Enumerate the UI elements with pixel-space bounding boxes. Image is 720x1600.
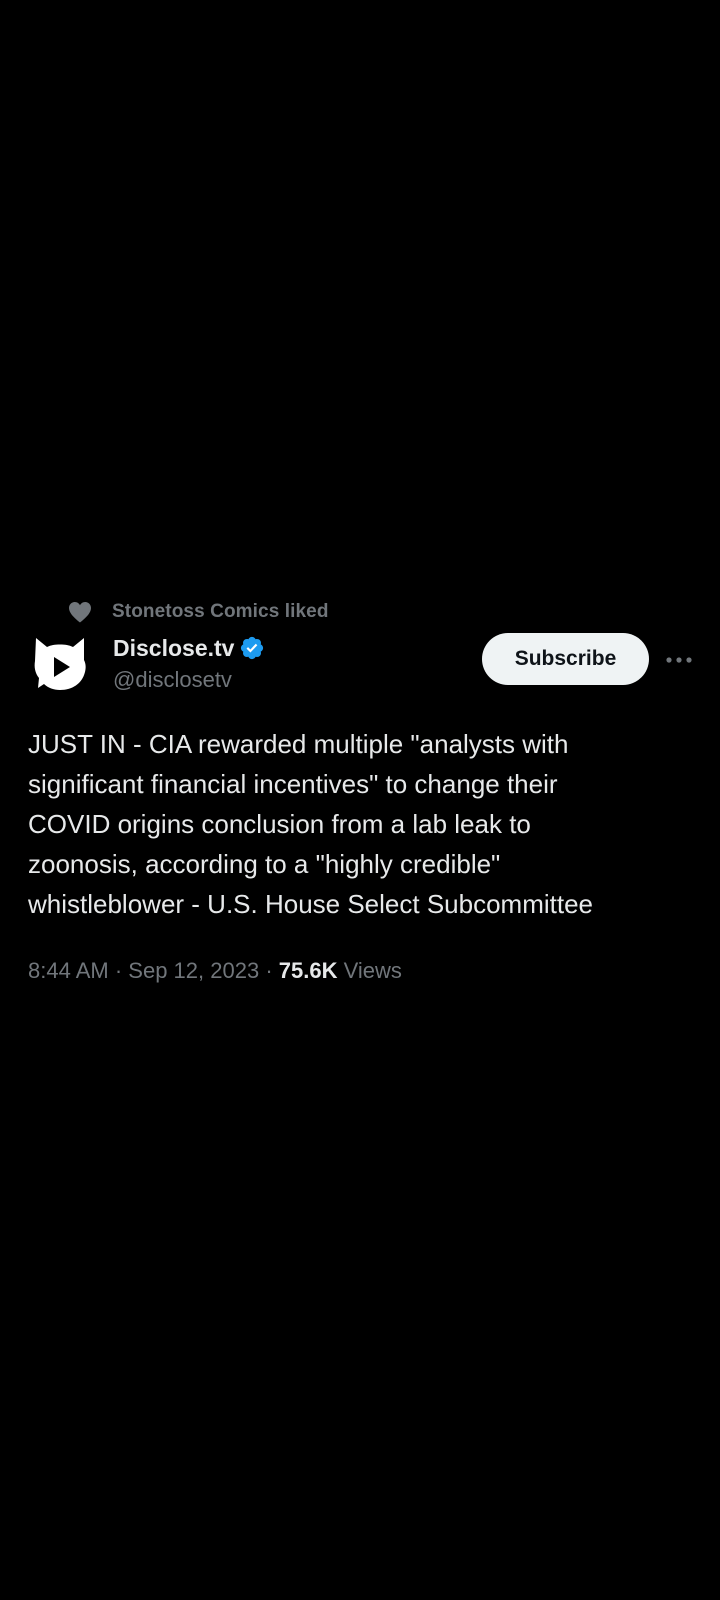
separator-dot: ·	[265, 958, 273, 983]
avatar[interactable]	[30, 634, 90, 694]
tweet-date[interactable]: Sep 12, 2023	[128, 958, 259, 983]
heart-icon	[68, 600, 92, 624]
display-name[interactable]: Disclose.tv	[113, 635, 234, 662]
tweet-meta: 8:44 AM · Sep 12, 2023 · 75.6K Views	[28, 958, 402, 984]
views-count[interactable]: 75.6K	[279, 958, 338, 983]
views-label: Views	[343, 958, 402, 983]
social-context-text: Stonetoss Comics liked	[112, 601, 329, 622]
social-context[interactable]: Stonetoss Comics liked	[68, 596, 329, 628]
tweet-time[interactable]: 8:44 AM	[28, 958, 109, 983]
tweet-text: JUST IN - CIA rewarded multiple "analyst…	[28, 729, 594, 919]
separator-dot: ·	[114, 958, 123, 983]
handle[interactable]: @disclosetv	[113, 667, 265, 693]
subscribe-button[interactable]: Subscribe	[482, 633, 649, 685]
disclose-tv-logo	[34, 638, 86, 690]
verified-badge-icon[interactable]	[239, 635, 265, 661]
more-options-icon[interactable]	[664, 648, 694, 672]
author-info[interactable]: Disclose.tv @disclosetv	[113, 632, 265, 693]
